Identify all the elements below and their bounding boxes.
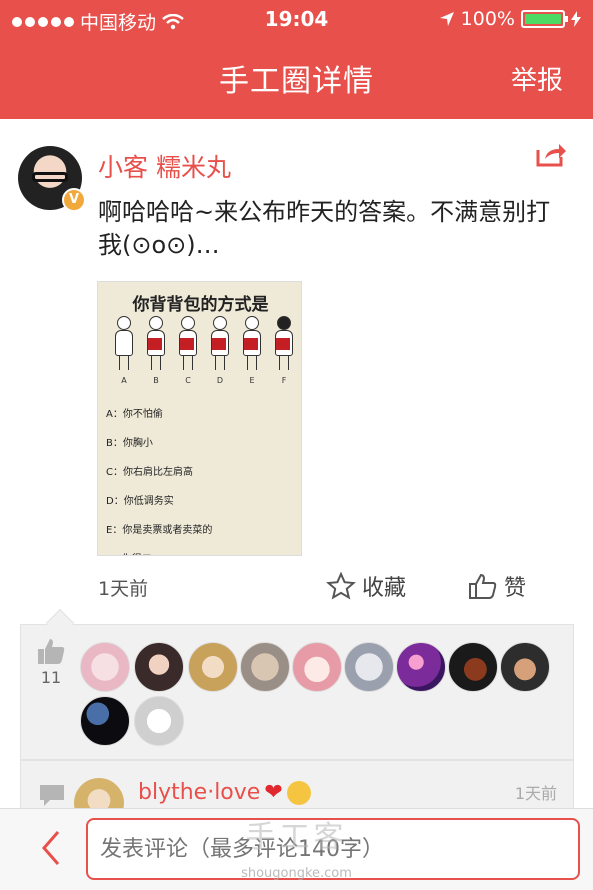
answer-options: A：你不怕偷 B：你胸小 C：你右肩比左肩高 D：你低调务实 E：你是卖票或者卖… <box>106 400 213 555</box>
star-icon <box>326 572 356 600</box>
liker-avatar[interactable] <box>134 696 184 746</box>
favorite-button[interactable]: 收藏 <box>326 570 406 602</box>
figure-f <box>272 316 296 372</box>
thumbs-up-icon <box>469 573 497 599</box>
post-time: 1天前 <box>98 578 149 600</box>
page: 中国移动 19:04 100% 手工圈详情 举报 V 小客 糯米丸 啊哈哈哈~来… <box>0 0 593 890</box>
figure-row <box>112 316 296 372</box>
share-icon[interactable] <box>535 140 567 168</box>
glasses-decoration <box>32 172 68 182</box>
likes-thumb-icon <box>38 639 65 664</box>
liker-avatar[interactable] <box>80 696 130 746</box>
battery-percent: 100% <box>460 8 515 30</box>
report-button[interactable]: 举报 <box>511 60 563 97</box>
figure-e <box>240 316 264 372</box>
author-avatar[interactable]: V <box>18 146 86 212</box>
figure-b <box>144 316 168 372</box>
liker-avatar[interactable] <box>500 642 550 692</box>
figure-a <box>112 316 136 372</box>
option-a: A：你不怕偷 <box>106 409 163 420</box>
liker-avatar[interactable] <box>292 642 342 692</box>
like-label: 赞 <box>504 576 527 601</box>
location-icon <box>439 12 454 26</box>
figure-d <box>208 316 232 372</box>
like-button[interactable]: 赞 <box>468 570 526 602</box>
figure-letters: A B C D E F <box>121 376 287 385</box>
commenter-name[interactable]: blythe·love ❤ <box>138 780 311 805</box>
battery-icon <box>521 10 568 28</box>
image-title: 你背背包的方式是 <box>132 295 269 315</box>
option-b: B：你胸小 <box>106 438 153 449</box>
back-icon[interactable] <box>36 828 66 868</box>
option-d: D：你低调务实 <box>106 496 174 507</box>
liker-avatar[interactable] <box>80 642 130 692</box>
option-e: E：你是卖票或者卖菜的 <box>106 525 213 536</box>
liker-avatar[interactable] <box>344 642 394 692</box>
princess-emoji-icon <box>286 780 311 805</box>
post-image[interactable]: 你背背包的方式是 A B C D E F A：你不怕偷 B：你胸小 C：你右肩比… <box>97 281 302 556</box>
author-name[interactable]: 小客 糯米丸 <box>98 148 231 184</box>
liker-avatar[interactable] <box>188 642 238 692</box>
liker-avatar[interactable] <box>448 642 498 692</box>
comment-bubble-icon <box>40 785 64 806</box>
favorite-label: 收藏 <box>362 576 407 601</box>
liker-avatar[interactable] <box>134 642 184 692</box>
header: 中国移动 19:04 100% 手工圈详情 举报 <box>0 0 593 119</box>
figure-c <box>176 316 200 372</box>
comment-time: 1天前 <box>514 784 557 803</box>
comment-input[interactable] <box>86 818 580 880</box>
status-bar: 中国移动 19:04 100% <box>0 0 593 38</box>
heart-icon: ❤ <box>264 780 283 805</box>
liker-avatar[interactable] <box>396 642 446 692</box>
option-c: C：你右肩比左肩高 <box>106 467 193 478</box>
post-text: 啊哈哈哈~来公布昨天的答案。不满意别打我(⊙o⊙)… <box>98 198 551 259</box>
verified-badge: V <box>62 188 86 212</box>
charging-icon <box>571 11 581 27</box>
option-f: F：你很二 <box>106 545 212 555</box>
page-title: 手工圈详情 <box>219 64 374 99</box>
liker-avatar[interactable] <box>240 642 290 692</box>
like-count: 11 <box>40 668 62 687</box>
